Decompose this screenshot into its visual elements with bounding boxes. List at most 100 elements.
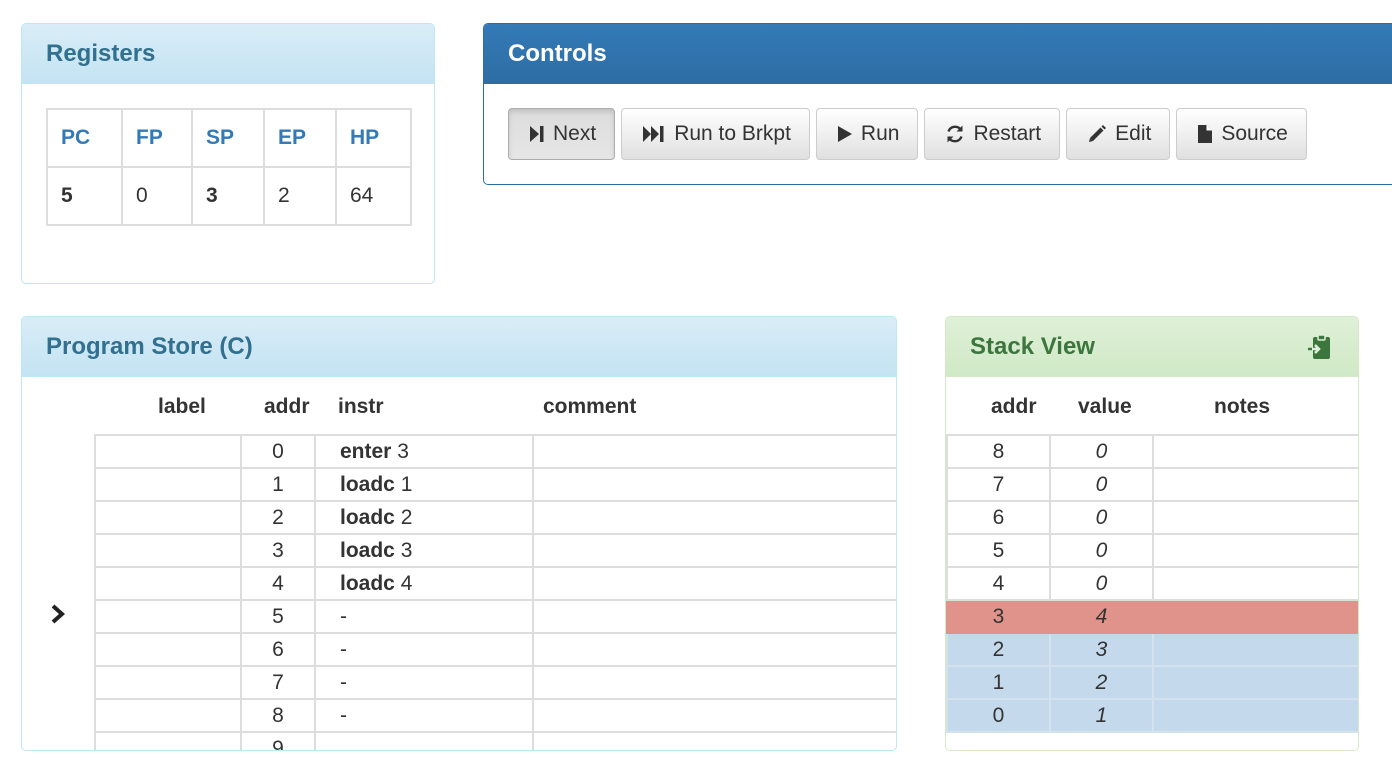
program-comment-cell [532, 467, 896, 502]
registers-panel: Registers PC FP SP EP HP 5 0 3 2 64 [21, 23, 435, 284]
program-comment-cell [532, 533, 896, 568]
stack-table: 807060504034231201 [946, 434, 1358, 733]
column-value: value [1078, 395, 1132, 418]
program-row[interactable]: 5- [94, 599, 896, 634]
run-label: Run [860, 122, 900, 145]
stack-view-panel: Stack View addr value notes 807060504034… [945, 316, 1359, 751]
program-comment-cell [532, 500, 896, 535]
stack-value-cell: 0 [1049, 434, 1154, 469]
instr-opcode: loadc [340, 472, 395, 496]
restart-button[interactable]: Restart [924, 108, 1061, 160]
stack-row: 40 [946, 566, 1358, 601]
stack-row: 23 [946, 632, 1358, 667]
register-value-hp: 64 [335, 166, 412, 226]
instr-opcode: enter [340, 439, 392, 463]
instr-argument: 3 [391, 439, 409, 463]
column-addr: addr [991, 395, 1037, 418]
program-label-cell [94, 632, 242, 667]
program-row[interactable]: 4 loadc 4 [94, 566, 896, 601]
pencil-icon [1087, 124, 1107, 144]
column-addr: addr [264, 395, 310, 418]
program-row[interactable]: 9 [94, 731, 896, 750]
file-icon [1197, 124, 1213, 144]
program-row[interactable]: 7- [94, 665, 896, 700]
register-value-sp: 3 [191, 166, 265, 226]
program-addr-cell: 5 [240, 599, 316, 634]
program-label-cell [94, 599, 242, 634]
program-comment-cell [532, 632, 896, 667]
program-label-cell [94, 467, 242, 502]
program-comment-cell [532, 731, 896, 750]
stack-row: 12 [946, 665, 1358, 700]
program-instr-cell: loadc 2 [314, 500, 534, 535]
stack-addr-cell: 0 [946, 698, 1051, 733]
stack-addr-cell: 6 [946, 500, 1051, 535]
program-label-cell [94, 533, 242, 568]
program-comment-cell [532, 434, 896, 469]
column-notes: notes [1214, 395, 1271, 418]
register-header-ep: EP [263, 108, 337, 168]
controls-title: Controls [484, 24, 1392, 84]
program-row[interactable]: 0 enter 3 [94, 434, 896, 469]
stack-row: 80 [946, 434, 1358, 469]
register-value-fp: 0 [121, 166, 193, 226]
stack-value-cell: 0 [1049, 566, 1154, 601]
step-forward-icon [529, 125, 545, 143]
edit-button[interactable]: Edit [1066, 108, 1171, 160]
restart-label: Restart [973, 122, 1042, 145]
chevron-right-icon [50, 604, 66, 629]
stack-addr-cell: 8 [946, 434, 1051, 469]
program-addr-cell: 8 [240, 698, 316, 733]
stack-value-cell: 3 [1049, 632, 1154, 667]
program-instr-cell: - [314, 632, 534, 667]
instr-argument: - [340, 703, 347, 727]
program-instr-cell: loadc 3 [314, 533, 534, 568]
stack-notes-cell [1152, 599, 1358, 634]
stack-value-cell: 2 [1049, 665, 1154, 700]
clipboard-icon[interactable] [1308, 333, 1332, 360]
instr-opcode: loadc [340, 571, 395, 595]
run-to-brkpt-button[interactable]: Run to Brkpt [621, 108, 810, 160]
program-instr-cell: - [314, 665, 534, 700]
run-button[interactable]: Run [815, 108, 919, 160]
stack-row: 01 [946, 698, 1358, 733]
program-label-cell [94, 665, 242, 700]
next-button[interactable]: Next [508, 108, 616, 160]
stack-addr-cell: 7 [946, 467, 1051, 502]
column-label: label [158, 395, 206, 418]
program-addr-cell: 3 [240, 533, 316, 568]
program-comment-cell [532, 566, 896, 601]
program-comment-cell [532, 599, 896, 634]
controls-toolbar: Next Run to Brkpt Run Restart Edit Source [508, 108, 1313, 160]
stack-notes-cell [1152, 434, 1358, 469]
column-instr: instr [338, 395, 384, 418]
source-button[interactable]: Source [1176, 108, 1307, 160]
stack-notes-cell [1152, 566, 1358, 601]
program-store-scroll[interactable]: 0 enter 3 1 loadc 1 2 loadc 2 3 loadc 3 4 loadc 4… [94, 434, 896, 750]
program-row[interactable]: 6- [94, 632, 896, 667]
register-header-pc: PC [46, 108, 123, 168]
program-label-cell [94, 698, 242, 733]
stack-addr-cell: 4 [946, 566, 1051, 601]
instr-argument: - [340, 637, 347, 661]
stack-row: 50 [946, 533, 1358, 568]
register-value-ep: 2 [263, 166, 337, 226]
program-addr-cell: 2 [240, 500, 316, 535]
program-instr-cell: enter 3 [314, 434, 534, 469]
program-addr-cell: 4 [240, 566, 316, 601]
stack-notes-cell [1152, 467, 1358, 502]
source-label: Source [1221, 122, 1288, 145]
program-row[interactable]: 8- [94, 698, 896, 733]
register-header-sp: SP [191, 108, 265, 168]
program-instr-cell: - [314, 599, 534, 634]
program-instr-cell: - [314, 698, 534, 733]
program-row[interactable]: 3 loadc 3 [94, 533, 896, 568]
stack-row: 34 [946, 599, 1358, 634]
instr-argument: - [340, 604, 347, 628]
program-row[interactable]: 2 loadc 2 [94, 500, 896, 535]
register-header-hp: HP [335, 108, 412, 168]
stack-value-cell: 4 [1049, 599, 1154, 634]
program-row[interactable]: 1 loadc 1 [94, 467, 896, 502]
program-addr-cell: 1 [240, 467, 316, 502]
stack-notes-cell [1152, 500, 1358, 535]
